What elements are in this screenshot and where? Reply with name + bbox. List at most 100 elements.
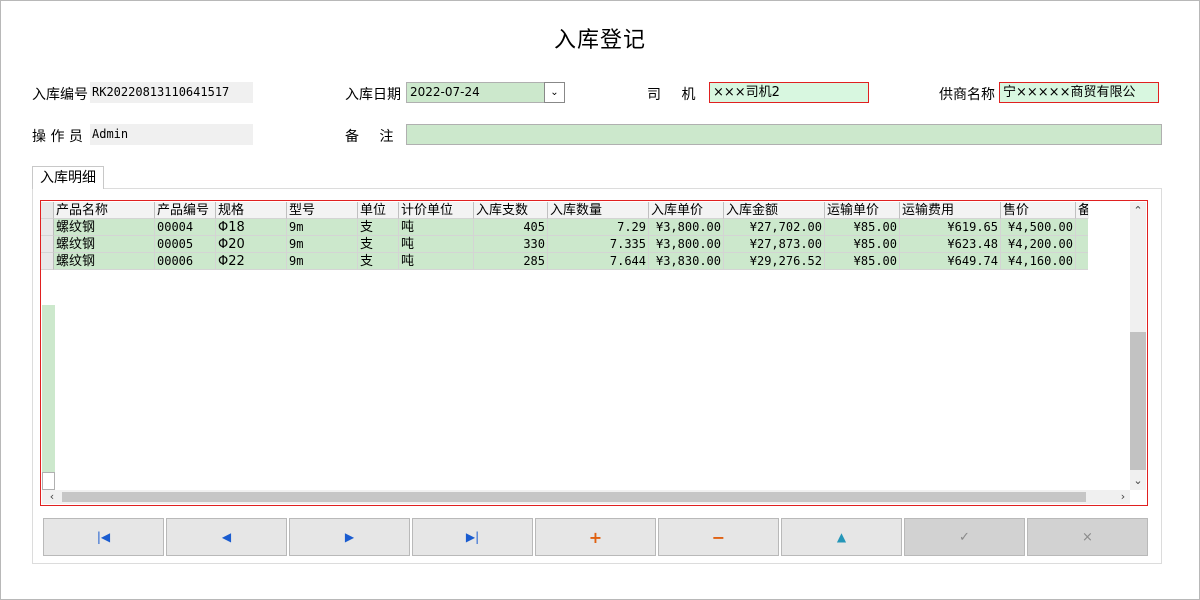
prev-record-button[interactable]: ◀ <box>166 518 287 556</box>
post-record-button[interactable]: ✓ <box>904 518 1025 556</box>
remark-field[interactable] <box>406 124 1162 145</box>
first-record-button[interactable]: |◀ <box>43 518 164 556</box>
row-indicator-strip <box>42 305 55 472</box>
add-record-button[interactable]: + <box>535 518 656 556</box>
chevron-left-icon[interactable]: ‹ <box>44 490 60 504</box>
cell-product-code[interactable]: 00006 <box>155 253 216 270</box>
minus-icon: − <box>711 527 726 547</box>
cell-freight-price[interactable]: ¥85.00 <box>825 236 900 253</box>
cell-amount[interactable]: ¥29,276.52 <box>724 253 825 270</box>
prev-icon: ◀ <box>221 530 232 544</box>
cell-unit-price[interactable]: ¥3,830.00 <box>649 253 724 270</box>
row-indicator[interactable] <box>41 219 54 236</box>
driver-field[interactable]: ×××司机2 <box>709 82 869 103</box>
cell-quantity[interactable]: 7.644 <box>548 253 649 270</box>
remark-label: 备 注 <box>345 129 402 145</box>
column-header[interactable]: 入库单价 <box>649 202 724 219</box>
row-indicator-header <box>41 202 54 219</box>
vertical-scroll-thumb[interactable] <box>1130 332 1146 470</box>
record-navigator: |◀ ◀ ▶ ▶| + − ▲ ✓ × <box>43 518 1148 556</box>
column-header[interactable]: 计价单位 <box>399 202 474 219</box>
column-header[interactable]: 产品编号 <box>155 202 216 219</box>
tab-details[interactable]: 入库明细 <box>32 166 104 189</box>
first-icon: |◀ <box>96 530 111 544</box>
cell-price-unit[interactable]: 吨 <box>399 253 474 270</box>
cell-pieces[interactable]: 405 <box>474 219 548 236</box>
cell-unit-price[interactable]: ¥3,800.00 <box>649 219 724 236</box>
chevron-up-icon[interactable]: ⌃ <box>1130 204 1146 218</box>
details-grid[interactable]: 产品名称 产品编号 规格 型号 单位 计价单位 入库支数 入库数量 入库单价 入… <box>40 200 1148 506</box>
chevron-right-icon[interactable]: › <box>1115 490 1131 504</box>
cell-price-unit[interactable]: 吨 <box>399 236 474 253</box>
column-header[interactable]: 单位 <box>358 202 399 219</box>
cell-pieces[interactable]: 330 <box>474 236 548 253</box>
cell-remark[interactable] <box>1076 236 1088 253</box>
cell-amount[interactable]: ¥27,702.00 <box>724 219 825 236</box>
column-header[interactable]: 入库金额 <box>724 202 825 219</box>
cell-freight-price[interactable]: ¥85.00 <box>825 219 900 236</box>
cell-price-unit[interactable]: 吨 <box>399 219 474 236</box>
cell-remark[interactable] <box>1076 219 1088 236</box>
cell-pieces[interactable]: 285 <box>474 253 548 270</box>
table-row[interactable]: 螺纹钢 00006 Φ22 9m 支 吨 285 7.644 ¥3,830.00… <box>41 253 1089 270</box>
cell-remark[interactable] <box>1076 253 1088 270</box>
cell-sale-price[interactable]: ¥4,200.00 <box>1001 236 1076 253</box>
order-no-label: 入库编号 <box>32 87 88 103</box>
last-record-button[interactable]: ▶| <box>412 518 533 556</box>
cell-product-name[interactable]: 螺纹钢 <box>54 219 155 236</box>
table-row[interactable]: 螺纹钢 00005 Φ20 9m 支 吨 330 7.335 ¥3,800.00… <box>41 236 1089 253</box>
cell-quantity[interactable]: 7.29 <box>548 219 649 236</box>
horizontal-scrollbar[interactable]: ‹ <box>42 490 1130 504</box>
order-no-field: RK20220813110641517 <box>90 82 253 103</box>
cell-product-code[interactable]: 00005 <box>155 236 216 253</box>
column-header[interactable]: 产品名称 <box>54 202 155 219</box>
cell-model[interactable]: 9m <box>287 236 358 253</box>
page-title: 入库登记 <box>553 28 646 53</box>
cell-quantity[interactable]: 7.335 <box>548 236 649 253</box>
row-indicator-knob[interactable] <box>42 472 55 490</box>
cell-model[interactable]: 9m <box>287 219 358 236</box>
supplier-field[interactable]: 宁×××××商贸有限公 <box>999 82 1159 103</box>
cell-product-name[interactable]: 螺纹钢 <box>54 253 155 270</box>
cell-unit[interactable]: 支 <box>358 219 399 236</box>
date-field[interactable]: 2022-07-24 <box>406 82 545 103</box>
column-header[interactable]: 入库数量 <box>548 202 649 219</box>
column-header[interactable]: 售价 <box>1001 202 1076 219</box>
column-header[interactable]: 入库支数 <box>474 202 548 219</box>
next-record-button[interactable]: ▶ <box>289 518 410 556</box>
cell-spec[interactable]: Φ22 <box>216 253 287 270</box>
operator-label: 操 作 员 <box>32 129 83 145</box>
row-indicator[interactable] <box>41 253 54 270</box>
cell-sale-price[interactable]: ¥4,500.00 <box>1001 219 1076 236</box>
chevron-down-icon[interactable]: ⌄ <box>1130 474 1146 488</box>
cell-freight-price[interactable]: ¥85.00 <box>825 253 900 270</box>
plus-icon: + <box>588 527 603 547</box>
column-header[interactable]: 运输单价 <box>825 202 900 219</box>
cell-unit[interactable]: 支 <box>358 236 399 253</box>
column-header[interactable]: 备 <box>1076 202 1088 219</box>
horizontal-scroll-thumb[interactable] <box>62 492 1086 502</box>
delete-record-button[interactable]: − <box>658 518 779 556</box>
cell-product-name[interactable]: 螺纹钢 <box>54 236 155 253</box>
cell-unit[interactable]: 支 <box>358 253 399 270</box>
edit-record-button[interactable]: ▲ <box>781 518 902 556</box>
edit-icon: ▲ <box>836 530 847 544</box>
cell-sale-price[interactable]: ¥4,160.00 <box>1001 253 1076 270</box>
column-header[interactable]: 运输费用 <box>900 202 1001 219</box>
row-indicator[interactable] <box>41 236 54 253</box>
cell-model[interactable]: 9m <box>287 253 358 270</box>
cell-spec[interactable]: Φ20 <box>216 236 287 253</box>
column-header[interactable]: 规格 <box>216 202 287 219</box>
table-row[interactable]: 螺纹钢 00004 Φ18 9m 支 吨 405 7.29 ¥3,800.00 … <box>41 219 1089 236</box>
cancel-record-button[interactable]: × <box>1027 518 1148 556</box>
cell-unit-price[interactable]: ¥3,800.00 <box>649 236 724 253</box>
next-icon: ▶ <box>344 530 355 544</box>
chevron-down-icon[interactable]: ⌄ <box>544 82 565 103</box>
cell-amount[interactable]: ¥27,873.00 <box>724 236 825 253</box>
cell-freight-cost[interactable]: ¥649.74 <box>900 253 1001 270</box>
column-header[interactable]: 型号 <box>287 202 358 219</box>
cell-product-code[interactable]: 00004 <box>155 219 216 236</box>
cell-freight-cost[interactable]: ¥623.48 <box>900 236 1001 253</box>
cell-freight-cost[interactable]: ¥619.65 <box>900 219 1001 236</box>
cell-spec[interactable]: Φ18 <box>216 219 287 236</box>
